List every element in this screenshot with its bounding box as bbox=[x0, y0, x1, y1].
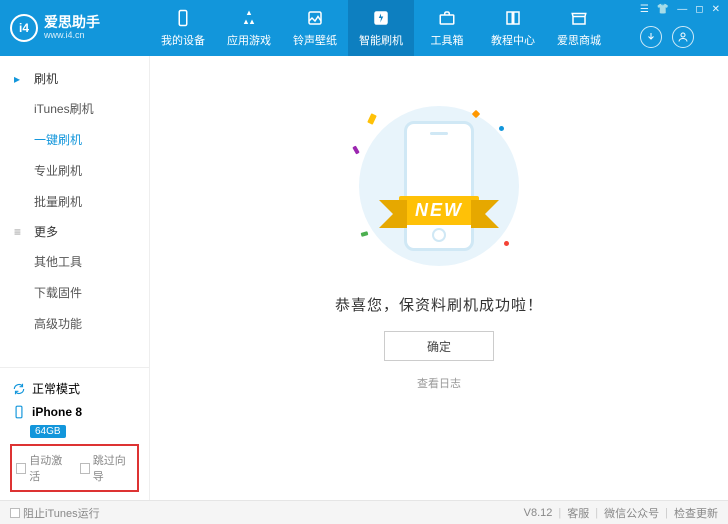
wechat-link[interactable]: 微信公众号 bbox=[604, 505, 659, 521]
window-controls: ☰ 👕 — ◻ ✕ bbox=[640, 4, 720, 15]
tab-label: 应用游戏 bbox=[227, 32, 271, 48]
sidebar-item-download-firmware[interactable]: 下载固件 bbox=[0, 277, 149, 308]
checkbox-icon bbox=[16, 463, 26, 474]
store-icon bbox=[569, 8, 589, 28]
device-info[interactable]: iPhone 8 bbox=[10, 401, 139, 423]
tab-tutorials[interactable]: 教程中心 bbox=[480, 0, 546, 56]
main-content: NEW 恭喜您，保资料刷机成功啦！ 确定 查看日志 bbox=[150, 56, 728, 500]
brand-title: 爱思助手 bbox=[44, 15, 100, 30]
settings-icon[interactable]: ☰ bbox=[640, 4, 649, 15]
toolbox-icon bbox=[437, 8, 457, 28]
tab-label: 教程中心 bbox=[491, 32, 535, 48]
sidebar-item-other-tools[interactable]: 其他工具 bbox=[0, 246, 149, 277]
brand-logo: i4 爱思助手 www.i4.cn bbox=[0, 14, 150, 42]
download-button[interactable] bbox=[640, 26, 662, 48]
sidebar-group-label: 更多 bbox=[34, 223, 58, 240]
sidebar-item-advanced[interactable]: 高级功能 bbox=[0, 308, 149, 339]
ribbon-new: NEW bbox=[399, 196, 479, 225]
options-highlighted: 自动激活 跳过向导 bbox=[10, 444, 139, 492]
customer-service-link[interactable]: 客服 bbox=[567, 505, 589, 521]
book-icon bbox=[503, 8, 523, 28]
device-name-label: iPhone 8 bbox=[32, 405, 82, 419]
mode-label: 正常模式 bbox=[32, 380, 80, 397]
status-bar: 阻止iTunes运行 V8.12 | 客服 | 微信公众号 | 检查更新 bbox=[0, 500, 728, 524]
apps-icon bbox=[239, 8, 259, 28]
tab-label: 爱思商城 bbox=[557, 32, 601, 48]
maximize-icon[interactable]: ◻ bbox=[695, 4, 703, 15]
phone-icon bbox=[173, 8, 193, 28]
more-group-icon: ≡ bbox=[14, 225, 28, 239]
logo-icon: i4 bbox=[10, 14, 38, 42]
sidebar-item-pro-flash[interactable]: 专业刷机 bbox=[0, 155, 149, 186]
success-illustration: NEW bbox=[339, 96, 539, 276]
tab-label: 工具箱 bbox=[431, 32, 464, 48]
view-log-link[interactable]: 查看日志 bbox=[417, 375, 461, 391]
success-message: 恭喜您，保资料刷机成功啦！ bbox=[335, 294, 543, 315]
flash-group-icon: ▸ bbox=[14, 72, 28, 86]
flash-icon bbox=[371, 8, 391, 28]
sidebar-group-more[interactable]: ≡ 更多 bbox=[0, 217, 149, 246]
ok-button[interactable]: 确定 bbox=[384, 331, 494, 361]
checkbox-block-itunes[interactable]: 阻止iTunes运行 bbox=[10, 505, 100, 521]
version-label: V8.12 bbox=[524, 507, 553, 519]
tab-my-device[interactable]: 我的设备 bbox=[150, 0, 216, 56]
brand-subtitle: www.i4.cn bbox=[44, 31, 100, 41]
tab-label: 铃声壁纸 bbox=[293, 32, 337, 48]
tab-label: 我的设备 bbox=[161, 32, 205, 48]
main-tabs: 我的设备 应用游戏 铃声壁纸 智能刷机 工具箱 教程中心 bbox=[150, 0, 612, 56]
skin-icon[interactable]: 👕 bbox=[657, 4, 669, 15]
refresh-icon bbox=[12, 382, 26, 396]
checkbox-label: 自动激活 bbox=[29, 452, 69, 484]
wallpaper-icon bbox=[305, 8, 325, 28]
checkbox-skip-wizard[interactable]: 跳过向导 bbox=[80, 452, 134, 484]
sidebar-group-label: 刷机 bbox=[34, 70, 58, 87]
tab-smart-flash[interactable]: 智能刷机 bbox=[348, 0, 414, 56]
phone-illustration-icon bbox=[404, 121, 474, 251]
checkbox-auto-activate[interactable]: 自动激活 bbox=[16, 452, 70, 484]
storage-badge: 64GB bbox=[30, 425, 66, 438]
tab-ringtone-wallpaper[interactable]: 铃声壁纸 bbox=[282, 0, 348, 56]
tab-toolbox[interactable]: 工具箱 bbox=[414, 0, 480, 56]
sidebar-group-flash[interactable]: ▸ 刷机 bbox=[0, 64, 149, 93]
title-bar: i4 爱思助手 www.i4.cn 我的设备 应用游戏 铃声壁纸 智能刷机 bbox=[0, 0, 728, 56]
sidebar: ▸ 刷机 iTunes刷机 一键刷机 专业刷机 批量刷机 ≡ 更多 其他工具 下… bbox=[0, 56, 150, 500]
checkbox-icon bbox=[80, 463, 90, 474]
sidebar-item-batch-flash[interactable]: 批量刷机 bbox=[0, 186, 149, 217]
tab-label: 智能刷机 bbox=[359, 32, 403, 48]
check-update-link[interactable]: 检查更新 bbox=[674, 505, 718, 521]
sidebar-item-itunes-flash[interactable]: iTunes刷机 bbox=[0, 93, 149, 124]
user-button[interactable] bbox=[672, 26, 694, 48]
checkbox-label: 阻止iTunes运行 bbox=[23, 505, 100, 521]
minimize-icon[interactable]: — bbox=[677, 4, 687, 15]
tab-apps-games[interactable]: 应用游戏 bbox=[216, 0, 282, 56]
device-icon bbox=[12, 405, 26, 419]
checkbox-label: 跳过向导 bbox=[93, 452, 133, 484]
close-icon[interactable]: ✕ bbox=[712, 4, 720, 15]
device-mode[interactable]: 正常模式 bbox=[10, 376, 139, 401]
tab-store[interactable]: 爱思商城 bbox=[546, 0, 612, 56]
sidebar-item-oneclick-flash[interactable]: 一键刷机 bbox=[0, 124, 149, 155]
checkbox-icon bbox=[10, 508, 20, 518]
